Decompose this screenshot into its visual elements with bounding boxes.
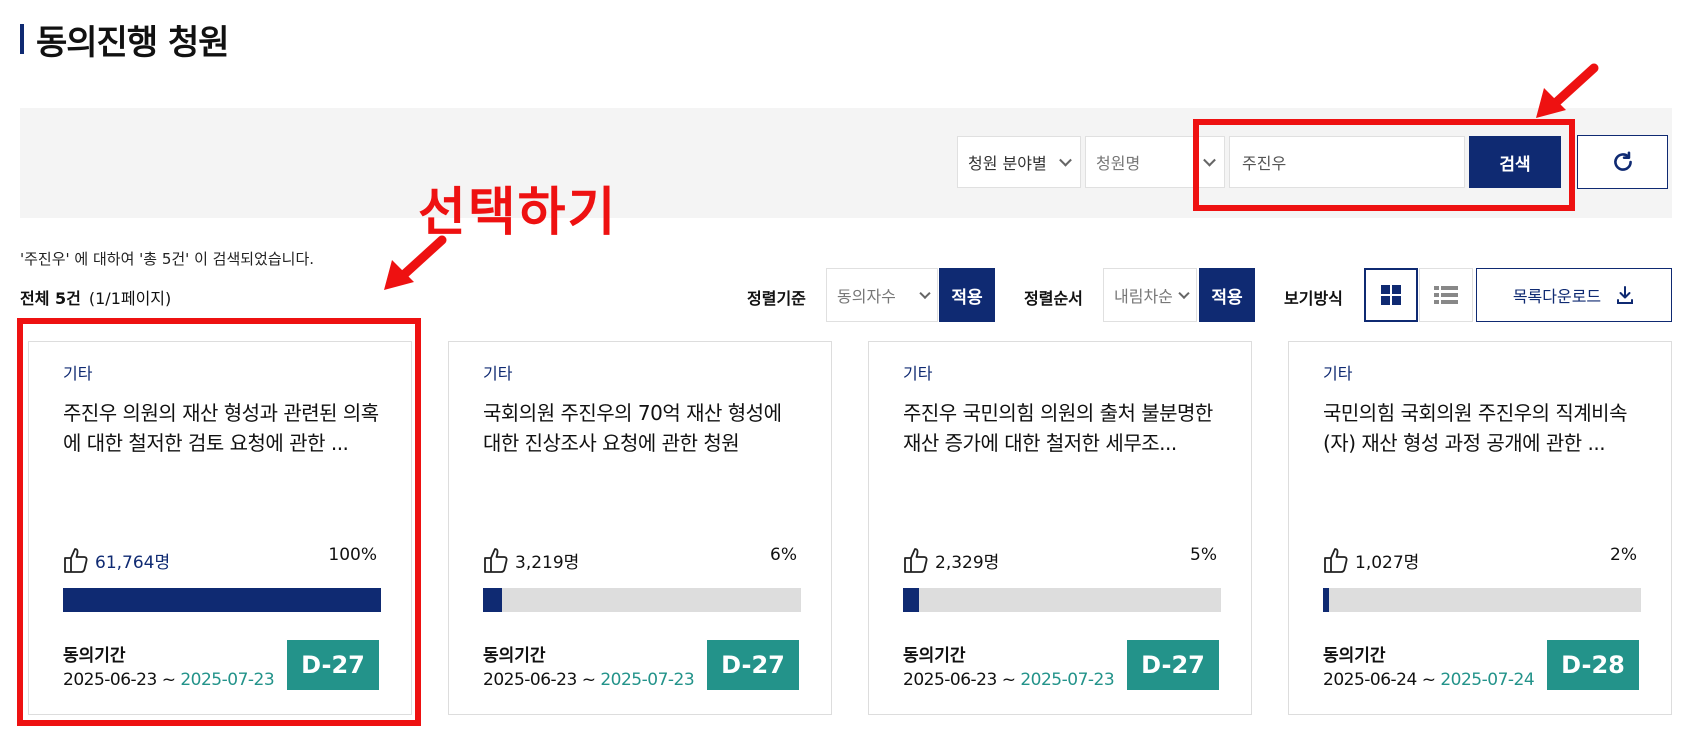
thumbs-up-icon [1324,548,1348,573]
petition-card[interactable]: 기타 국민의힘 국회의원 주진우의 직계비속(자) 재산 형성 과정 공개에 관… [1288,341,1672,715]
card-period-end: 2025-07-23 [1020,670,1115,690]
card-dday-badge: D-28 [1547,640,1639,690]
field-select-value: 청원명 [1096,154,1141,173]
category-select-value: 청원 분야별 [968,154,1047,173]
card-period-label: 동의기간 [63,646,126,666]
card-likes: 61,764명 [63,546,170,574]
download-label: 목록다운로드 [1512,287,1602,306]
card-period: 2025-06-24 ~ 2025-07-24 [1323,670,1535,690]
page-title: 동의진행 청원 [20,18,230,63]
card-period-start: 2025-06-23 ~ [903,670,1021,690]
card-title[interactable]: 주진우 국민의힘 의원의 출처 불분명한 재산 증가에 대한 철저한 세무조..… [903,398,1223,458]
card-likes-count: 3,219명 [515,552,580,573]
order-select-value: 내림차순 [1114,287,1173,306]
thumbs-up-icon [64,548,88,573]
order-apply-button[interactable]: 적용 [1199,268,1255,322]
arrow-down-left-icon [1536,63,1599,118]
card-likes: 3,219명 [483,546,579,574]
card-progress-fill [903,588,919,612]
card-period-start: 2025-06-24 ~ [1323,670,1441,690]
card-period-start: 2025-06-23 ~ [63,670,181,690]
card-dday-badge: D-27 [1127,640,1219,690]
petition-card[interactable]: 기타 주진우 국민의힘 의원의 출처 불분명한 재산 증가에 대한 철저한 세무… [868,341,1252,715]
chevron-down-icon [1203,153,1216,167]
chevron-down-icon [1059,153,1072,167]
card-percent: 6% [770,545,797,565]
card-category: 기타 [903,364,933,383]
download-icon [1617,286,1634,304]
card-period-end: 2025-07-23 [600,670,695,690]
page-info: (1/1페이지) [88,289,172,308]
sort-select[interactable]: 동의자수 [826,268,938,322]
petition-card[interactable]: 기타 국회의원 주진우의 70억 재산 형성에 대한 진상조사 요청에 관한 청… [448,341,832,715]
card-progress-fill [1323,588,1330,612]
card-progress-track [63,588,381,612]
card-period-label: 동의기간 [1323,646,1386,666]
card-likes-count: 1,027명 [1355,552,1420,573]
card-progress-track [483,588,801,612]
card-dday-badge: D-27 [287,640,379,690]
card-likes-count: 2,329명 [935,552,1000,573]
sort-apply-button[interactable]: 적용 [939,268,995,322]
sort-select-value: 동의자수 [837,287,896,306]
total-count: 전체 5건 (1/1페이지) [20,285,171,309]
card-percent: 2% [1610,545,1637,565]
card-likes: 1,027명 [1323,546,1419,574]
list-view-button[interactable] [1419,268,1473,322]
arrow-down-left-icon [384,235,447,290]
chevron-down-icon [919,287,931,300]
view-label: 보기방식 [1284,289,1343,308]
card-progress-track [1323,588,1641,612]
list-icon [1434,286,1458,304]
card-title[interactable]: 국민의힘 국회의원 주진우의 직계비속(자) 재산 형성 과정 공개에 관한 .… [1323,398,1643,458]
result-summary: '주진우' 에 대하여 '총 5건' 이 검색되었습니다. [20,250,315,268]
card-period: 2025-06-23 ~ 2025-07-23 [903,670,1115,690]
card-period-label: 동의기간 [483,646,546,666]
total-label: 전체 5건 [20,289,81,308]
card-period-start: 2025-06-23 ~ [483,670,601,690]
card-period: 2025-06-23 ~ 2025-07-23 [63,670,275,690]
card-progress-fill [63,588,381,612]
card-percent: 100% [328,545,377,565]
card-category: 기타 [483,364,513,383]
search-input[interactable] [1229,136,1465,188]
refresh-icon [1613,151,1632,171]
reset-button[interactable] [1577,135,1668,189]
card-percent: 5% [1190,545,1217,565]
thumbs-up-icon [484,548,508,573]
title-accent-bar [20,24,24,54]
card-title[interactable]: 국회의원 주진우의 70억 재산 형성에 대한 진상조사 요청에 관한 청원 [483,398,803,458]
download-list-button[interactable]: 목록다운로드 [1476,268,1672,322]
thumbs-up-icon [904,548,928,573]
field-select[interactable]: 청원명 [1085,136,1225,188]
card-period-end: 2025-07-24 [1440,670,1535,690]
card-title[interactable]: 주진우 의원의 재산 형성과 관련된 의혹에 대한 철저한 검토 요청에 관한 … [63,398,383,458]
grid-icon [1381,285,1401,305]
chevron-down-icon [1178,287,1190,300]
search-button[interactable]: 검색 [1469,136,1561,188]
card-likes-count: 61,764명 [95,552,171,573]
search-panel: 청원 분야별 청원명 검색 [20,108,1672,218]
card-progress-fill [483,588,503,612]
card-category: 기타 [63,364,93,383]
card-dday-badge: D-27 [707,640,799,690]
page-title-text: 동의진행 청원 [36,22,230,63]
card-period-label: 동의기간 [903,646,966,666]
grid-view-button[interactable] [1364,268,1418,322]
card-period: 2025-06-23 ~ 2025-07-23 [483,670,695,690]
sort-label: 정렬기준 [747,289,806,308]
card-progress-track [903,588,1221,612]
order-label: 정렬순서 [1024,289,1083,308]
card-category: 기타 [1323,364,1353,383]
order-select[interactable]: 내림차순 [1103,268,1197,322]
category-select[interactable]: 청원 분야별 [957,136,1081,188]
card-likes: 2,329명 [903,546,999,574]
card-period-end: 2025-07-23 [180,670,275,690]
petition-card[interactable]: 기타 주진우 의원의 재산 형성과 관련된 의혹에 대한 철저한 검토 요청에 … [28,341,412,715]
